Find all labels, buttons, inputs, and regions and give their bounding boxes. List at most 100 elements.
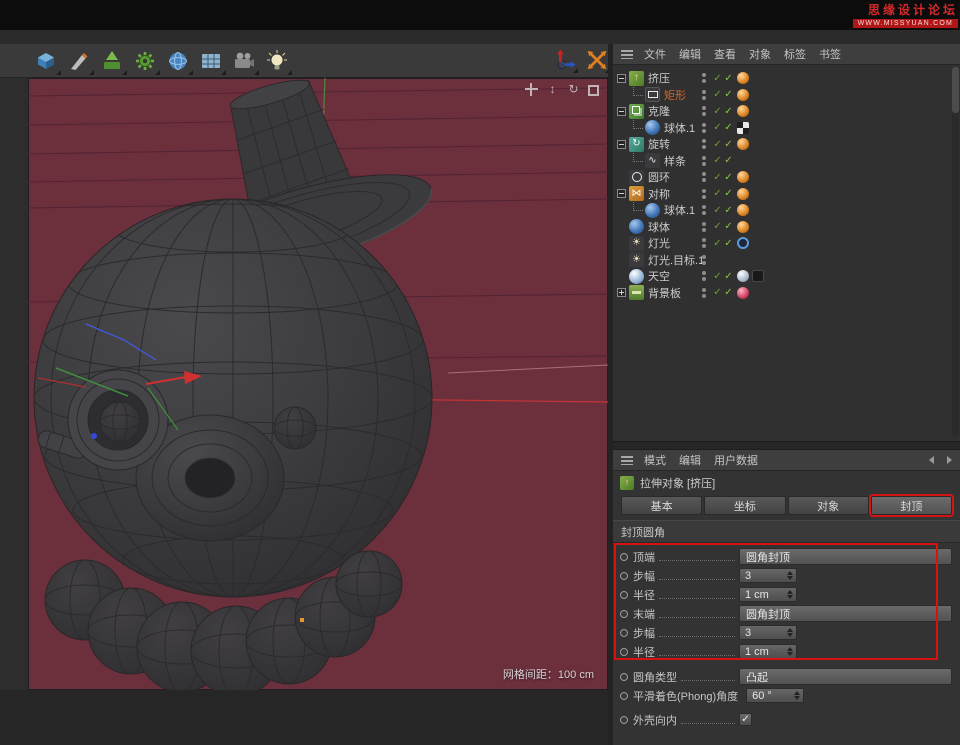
keyframe-dot-icon[interactable]	[620, 673, 628, 681]
enabled-check-icon[interactable]	[723, 89, 734, 100]
keyframe-dot-icon[interactable]	[620, 716, 628, 724]
keyframe-dot-icon[interactable]	[620, 610, 628, 618]
object-row-light[interactable]: 灯光	[613, 235, 960, 252]
end-steps-spinner[interactable]: 3	[739, 625, 797, 640]
enabled-check-icon[interactable]	[723, 155, 734, 166]
object-row-sphere1-clone[interactable]: 球体.1	[613, 120, 960, 137]
enabled-check-icon[interactable]	[723, 287, 734, 298]
visibility-dots[interactable]	[699, 255, 709, 265]
object-row-rectangle[interactable]: 矩形	[613, 87, 960, 104]
primitive-cube-tool-button[interactable]	[30, 46, 62, 76]
visibility-dots[interactable]	[699, 106, 709, 116]
enabled-check-icon[interactable]	[723, 122, 734, 133]
editor-check-icon[interactable]	[712, 188, 723, 199]
spinner-arrows-icon[interactable]	[787, 647, 793, 656]
visibility-dots[interactable]	[699, 139, 709, 149]
sky-texture-tag-icon[interactable]	[737, 270, 749, 282]
tab-coordinates[interactable]: 坐标	[704, 496, 785, 515]
phong-tag-icon[interactable]	[737, 221, 749, 233]
object-row-spline[interactable]: 样条	[613, 153, 960, 170]
editor-check-icon[interactable]	[712, 205, 723, 216]
object-row-extrude[interactable]: 挤压	[613, 70, 960, 87]
object-row-s1-symmetry[interactable]: 球体.1	[613, 202, 960, 219]
editor-check-icon[interactable]	[712, 238, 723, 249]
perspective-viewport[interactable]: 网格间距：100 cm	[28, 78, 608, 690]
phong-tag-icon[interactable]	[737, 72, 749, 84]
modifier-gear-tool-button[interactable]	[129, 46, 161, 76]
editor-check-icon[interactable]	[712, 89, 723, 100]
menu-bookmarks[interactable]: 书签	[819, 46, 841, 62]
enabled-check-icon[interactable]	[723, 172, 734, 183]
spinner-arrows-icon[interactable]	[787, 628, 793, 637]
target-tag-icon[interactable]	[737, 237, 749, 249]
hull-inwards-checkbox[interactable]	[739, 713, 752, 726]
expand-closed-icon[interactable]	[617, 288, 626, 297]
extrude-generator-tool-button[interactable]	[96, 46, 128, 76]
menu-tags[interactable]: 标签	[784, 46, 806, 62]
keyframe-dot-icon[interactable]	[620, 553, 628, 561]
keyframe-dot-icon[interactable]	[620, 648, 628, 656]
spinner-arrows-icon[interactable]	[794, 691, 800, 700]
phong-tag-icon[interactable]	[737, 105, 749, 117]
rotate-icon[interactable]	[567, 83, 580, 96]
compositing-tag-icon[interactable]	[752, 270, 764, 282]
visibility-dots[interactable]	[699, 90, 709, 100]
keyframe-dot-icon[interactable]	[620, 572, 628, 580]
expand-open-icon[interactable]	[617, 107, 626, 116]
world-coordinate-toggle-button[interactable]	[583, 46, 611, 74]
deformer-sphere-tool-button[interactable]	[162, 46, 194, 76]
object-row-sphere[interactable]: 球体	[613, 219, 960, 236]
visibility-dots[interactable]	[699, 172, 709, 182]
start-radius-spinner[interactable]: 1 cm	[739, 587, 797, 602]
right-eye-mesh[interactable]	[274, 407, 316, 449]
phong-tag-icon[interactable]	[737, 188, 749, 200]
selected-vertex-dot[interactable]	[300, 618, 304, 622]
visibility-dots[interactable]	[699, 238, 709, 248]
tab-caps[interactable]: 封顶	[871, 496, 952, 515]
enabled-check-icon[interactable]	[723, 73, 734, 84]
object-row-background[interactable]: 背景板	[613, 285, 960, 302]
tab-basic[interactable]: 基本	[621, 496, 702, 515]
floor-stage-tool-button[interactable]	[195, 46, 227, 76]
expand-open-icon[interactable]	[617, 140, 626, 149]
menu-user-data[interactable]: 用户数据	[714, 452, 758, 468]
history-forward-icon[interactable]	[947, 456, 952, 464]
tab-object[interactable]: 对象	[788, 496, 869, 515]
visibility-dots[interactable]	[699, 271, 709, 281]
section-caps-rounding[interactable]: 封顶圆角	[613, 520, 960, 543]
phong-tag-icon[interactable]	[737, 171, 749, 183]
menu-edit[interactable]: 编辑	[679, 452, 701, 468]
object-row-circle[interactable]: 圆环	[613, 169, 960, 186]
keyframe-dot-icon[interactable]	[620, 692, 628, 700]
phong-tag-icon[interactable]	[737, 204, 749, 216]
object-row-sky[interactable]: 天空	[613, 268, 960, 285]
visibility-dots[interactable]	[699, 205, 709, 215]
expand-open-icon[interactable]	[617, 189, 626, 198]
menu-view[interactable]: 查看	[714, 46, 736, 62]
phong-angle-spinner[interactable]: 60 °	[746, 688, 804, 703]
menu-edit[interactable]: 编辑	[679, 46, 701, 62]
menu-file[interactable]: 文件	[644, 46, 666, 62]
phong-tag-icon[interactable]	[737, 138, 749, 150]
menu-mode[interactable]: 模式	[644, 452, 666, 468]
enabled-check-icon[interactable]	[723, 205, 734, 216]
object-row-cloner[interactable]: 克隆	[613, 103, 960, 120]
spinner-arrows-icon[interactable]	[787, 571, 793, 580]
keyframe-dot-icon[interactable]	[620, 591, 628, 599]
fillet-type-dropdown[interactable]: 凸起	[739, 668, 952, 685]
start-steps-spinner[interactable]: 3	[739, 568, 797, 583]
object-row-symmetry[interactable]: 对称	[613, 186, 960, 203]
expand-open-icon[interactable]	[617, 74, 626, 83]
visibility-dots[interactable]	[699, 189, 709, 199]
panel-splitter[interactable]	[613, 441, 960, 450]
keyframe-dot-icon[interactable]	[620, 629, 628, 637]
enabled-check-icon[interactable]	[723, 106, 734, 117]
enabled-check-icon[interactable]	[723, 271, 734, 282]
enabled-check-icon[interactable]	[723, 221, 734, 232]
spline-pen-tool-button[interactable]	[63, 46, 95, 76]
material-tag-icon[interactable]	[737, 287, 749, 299]
editor-check-icon[interactable]	[712, 271, 723, 282]
visibility-dots[interactable]	[699, 123, 709, 133]
enabled-check-icon[interactable]	[723, 238, 734, 249]
visibility-dots[interactable]	[699, 156, 709, 166]
